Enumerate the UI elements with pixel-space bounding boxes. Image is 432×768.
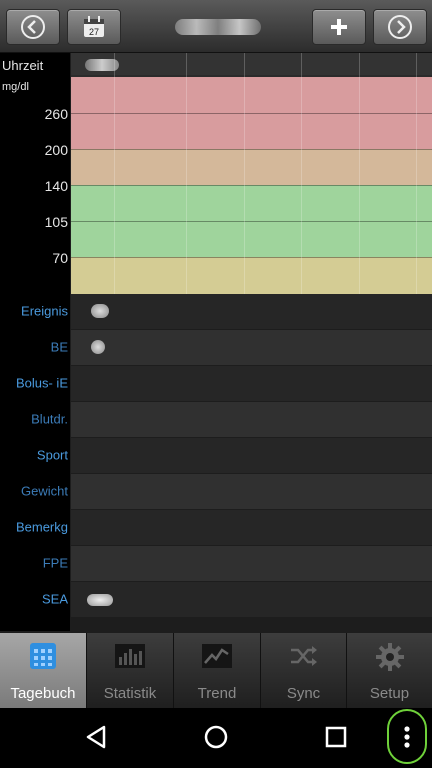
- tab-label: Sync: [286, 685, 321, 702]
- nav-back-button[interactable]: [82, 722, 110, 757]
- glucose-chart[interactable]: [71, 53, 432, 294]
- calendar-icon: 27: [84, 16, 104, 37]
- zone-low: [71, 257, 432, 294]
- y-tick-label: 260: [44, 106, 68, 122]
- next-day-button[interactable]: [373, 9, 427, 45]
- add-entry-button[interactable]: [312, 9, 366, 45]
- row-ereignis[interactable]: [71, 294, 432, 329]
- row-fpe[interactable]: [71, 546, 432, 581]
- plus-icon: [331, 19, 347, 35]
- gridline: [301, 53, 302, 294]
- row-label-gewicht: Gewicht: [21, 483, 68, 499]
- calendar-day: 27: [89, 27, 99, 37]
- nav-home-button[interactable]: [201, 722, 231, 757]
- sea-icon: [87, 594, 113, 606]
- nav-home-icon: [204, 725, 228, 749]
- y-tick-label: 200: [44, 142, 68, 158]
- shuffle-icon: [290, 646, 317, 666]
- row-label-fpe: FPE: [42, 555, 68, 571]
- row-sport[interactable]: [71, 438, 432, 473]
- row-sea[interactable]: [71, 582, 432, 617]
- tab-trend[interactable]: Trend: [174, 633, 261, 708]
- row-label-be: BE: [50, 339, 68, 355]
- gridline: [71, 221, 432, 222]
- calendar-button[interactable]: 27: [67, 9, 121, 45]
- gridline: [186, 53, 187, 294]
- tab-tagebuch[interactable]: Tagebuch: [0, 633, 87, 708]
- date-title: [175, 19, 261, 35]
- row-label-blutdruck: Blutdr.: [31, 411, 68, 427]
- row-gewicht[interactable]: [71, 474, 432, 509]
- tab-sync[interactable]: Sync: [261, 633, 347, 708]
- unit-label: mg/dl: [2, 81, 29, 93]
- row-bolus[interactable]: [71, 366, 432, 401]
- zone-high: [71, 149, 432, 185]
- chevron-left-icon: [21, 15, 45, 39]
- y-tick-label: 140: [44, 178, 68, 194]
- row-label-bolus: Bolus- iE: [15, 375, 68, 391]
- highlight-ring: [387, 709, 427, 764]
- row-blutdruck[interactable]: [71, 402, 432, 437]
- gridline: [416, 53, 417, 294]
- event-icon: [91, 304, 109, 318]
- tab-label: Statistik: [103, 685, 157, 702]
- label-column: Uhrzeit mg/dl 260 200 140 105 70 Ereigni…: [0, 53, 70, 631]
- tab-label: Tagebuch: [10, 685, 76, 702]
- tab-setup[interactable]: Setup: [347, 633, 432, 708]
- previous-day-button[interactable]: [6, 9, 60, 45]
- chevron-right-icon: [388, 15, 412, 39]
- gridline: [71, 185, 432, 186]
- carb-icon: [91, 340, 105, 354]
- gridline: [71, 149, 432, 150]
- gear-icon: [375, 643, 404, 671]
- row-label-ereignis: Ereignis: [21, 303, 68, 319]
- tab-statistik[interactable]: Statistik: [87, 633, 174, 708]
- time-axis: [71, 53, 432, 75]
- trend-line-icon: [202, 644, 232, 668]
- calendar-grid-icon: [30, 643, 56, 669]
- gridline: [71, 113, 432, 114]
- nav-back-icon: [86, 725, 106, 749]
- row-label-sport: Sport: [36, 447, 68, 463]
- row-be[interactable]: [71, 330, 432, 365]
- row-bemerkung[interactable]: [71, 510, 432, 545]
- y-tick-label: 70: [52, 250, 68, 266]
- time-header: Uhrzeit: [2, 58, 44, 73]
- y-tick-label: 105: [44, 214, 68, 230]
- bottom-tab-bar: Tagebuch Statistik Trend Sync Setup: [0, 633, 432, 708]
- gridline: [359, 53, 360, 294]
- gridline: [114, 53, 115, 294]
- gridline: [71, 257, 432, 258]
- tab-label: Trend: [197, 685, 237, 702]
- system-nav-bar: [0, 708, 432, 768]
- nav-recents-button[interactable]: [322, 722, 350, 757]
- top-toolbar: 27: [0, 0, 432, 53]
- nav-recents-icon: [325, 726, 347, 748]
- row-label-bemerkung: Bemerkg: [15, 519, 68, 535]
- tab-label: Setup: [369, 685, 410, 702]
- row-label-sea: SEA: [41, 591, 68, 607]
- bar-chart-icon: [115, 644, 145, 668]
- gridline: [244, 53, 245, 294]
